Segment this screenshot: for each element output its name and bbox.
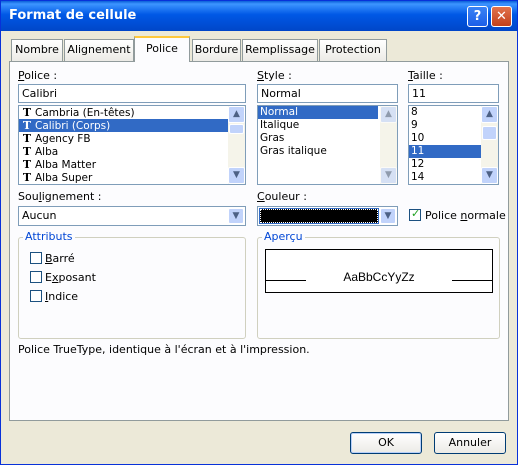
superscript-checkbox[interactable] — [30, 271, 42, 283]
scroll-down-icon[interactable]: ▼ — [481, 167, 498, 184]
list-item-style[interactable]: Gras italique — [258, 145, 397, 158]
font-label-post: olice : — [24, 69, 58, 82]
truetype-icon: T — [22, 119, 32, 132]
truetype-icon: T — [22, 145, 32, 158]
size-label: Taille : — [408, 69, 443, 82]
effect-post: posant — [58, 271, 96, 284]
tab-protection[interactable]: Protection — [319, 39, 387, 61]
truetype-icon: T — [22, 106, 32, 119]
font-scrollbar[interactable]: ▲ ▼ — [228, 106, 245, 184]
style-input[interactable]: Normal — [257, 84, 398, 103]
list-item-size-selected[interactable]: 11 — [409, 145, 481, 158]
style-label: Style : — [257, 69, 292, 82]
style-label-accesskey: S — [257, 69, 264, 82]
underline-label: Soulignement : — [18, 190, 102, 203]
list-item-font[interactable]: T Agency FB — [19, 132, 245, 145]
close-icon: ✕ — [496, 9, 507, 24]
subscript-checkbox[interactable] — [30, 290, 42, 302]
color-label-accesskey: C — [257, 190, 265, 203]
underline-label-pre: Sou — [18, 190, 39, 203]
chevron-down-icon[interactable]: ▼ — [228, 208, 244, 224]
font-list[interactable]: T Cambria (En-têtes) T Calibri (Corps) T Ag… — [18, 105, 246, 185]
list-item-font[interactable]: T Alba Super — [19, 171, 245, 184]
preview-box: AaBbCcYyZz — [265, 249, 493, 293]
dialog-title: Format de cellule — [9, 8, 137, 23]
list-item-font[interactable]: T Cambria (En-têtes) — [19, 106, 245, 119]
chevron-down-icon[interactable]: ▼ — [380, 208, 396, 224]
font-item-label: Cambria (En-têtes) — [35, 107, 135, 119]
preview-legend: Aperçu — [262, 230, 305, 243]
cancel-button[interactable]: Annuler — [434, 432, 506, 454]
help-button[interactable]: ? — [467, 6, 488, 27]
format-cells-dialog: Format de cellule ? ✕ Nombre Alignement … — [0, 0, 518, 465]
font-label: Police : — [18, 69, 57, 82]
effect-pre: E — [45, 271, 52, 284]
font-item-label: Alba — [35, 146, 59, 158]
size-label-post: aille : — [412, 69, 443, 82]
scroll-up-icon[interactable]: ▲ — [380, 106, 397, 123]
font-item-label: Alba Matter — [35, 159, 97, 171]
tab-bordure[interactable]: Bordure — [192, 39, 241, 61]
truetype-icon: T — [22, 171, 32, 184]
font-item-label: Agency FB — [35, 133, 91, 145]
tab-alignement[interactable]: Alignement — [64, 39, 134, 61]
list-item-style[interactable]: Italique — [258, 119, 397, 132]
normal-font-checkbox[interactable]: ✓ — [409, 207, 421, 221]
scroll-up-icon[interactable]: ▲ — [481, 106, 498, 123]
normal-font-label-pre: Police — [425, 209, 461, 222]
truetype-icon: T — [22, 132, 32, 145]
font-item-label: Alba Super — [35, 172, 93, 184]
strikethrough-label: Barré — [45, 252, 75, 265]
scroll-thumb[interactable] — [229, 124, 244, 134]
list-item-font-selected[interactable]: T Calibri (Corps) — [19, 119, 245, 132]
color-label: Couleur : — [257, 190, 307, 203]
normal-font-label: Police normale — [425, 209, 506, 222]
effect-post: ndice — [48, 290, 79, 303]
subscript-label: Indice — [45, 290, 78, 303]
scroll-up-icon[interactable]: ▲ — [228, 106, 245, 123]
tab-remplissage[interactable]: Remplissage — [242, 39, 318, 61]
tab-police[interactable]: Police — [134, 36, 190, 62]
title-bar[interactable]: Format de cellule ? ✕ — [1, 1, 517, 31]
strikethrough-checkbox[interactable] — [30, 252, 42, 264]
scroll-thumb[interactable] — [482, 126, 497, 140]
normal-font-label-post: ormale — [467, 209, 506, 222]
truetype-icon: T — [22, 158, 32, 171]
color-swatch — [259, 208, 379, 224]
font-description: Police TrueType, identique à l'écran et … — [18, 343, 310, 356]
size-list[interactable]: 8 9 10 11 12 14 ▲ ▼ — [408, 105, 499, 185]
style-scrollbar[interactable]: ▲ ▼ — [380, 106, 397, 184]
font-item-label: Calibri (Corps) — [35, 120, 111, 132]
underline-value: Aucun — [22, 209, 57, 222]
effects-legend: Attributs — [23, 230, 75, 243]
effect-post: arré — [52, 252, 75, 265]
size-scrollbar[interactable]: ▲ ▼ — [481, 106, 498, 184]
scroll-down-icon[interactable]: ▼ — [228, 167, 245, 184]
checkmark-icon: ✓ — [411, 207, 421, 220]
close-button[interactable]: ✕ — [491, 6, 512, 27]
ok-button[interactable]: OK — [350, 432, 422, 454]
tab-nombre[interactable]: Nombre — [11, 39, 63, 61]
underline-select[interactable]: Aucun ▼ — [18, 206, 246, 226]
color-label-post: ouleur : — [264, 190, 307, 203]
superscript-label: Exposant — [45, 271, 96, 284]
underline-label-post: ignement : — [41, 190, 102, 203]
list-item-style[interactable]: Gras — [258, 132, 397, 145]
list-item-font[interactable]: T Alba Matter — [19, 158, 245, 171]
style-label-post: tyle : — [263, 69, 292, 82]
font-input[interactable]: Calibri — [18, 84, 246, 103]
scroll-down-icon[interactable]: ▼ — [380, 167, 397, 184]
list-item-style-selected[interactable]: Normal — [258, 106, 378, 119]
size-input[interactable]: 11 — [408, 84, 499, 103]
list-item-font[interactable]: T Alba — [19, 145, 245, 158]
style-list[interactable]: Normal Italique Gras Gras italique ▲ ▼ — [257, 105, 398, 185]
color-select[interactable]: ▼ — [257, 206, 398, 226]
preview-text: AaBbCcYyZz — [343, 270, 415, 284]
effect-accesskey: B — [45, 252, 53, 265]
